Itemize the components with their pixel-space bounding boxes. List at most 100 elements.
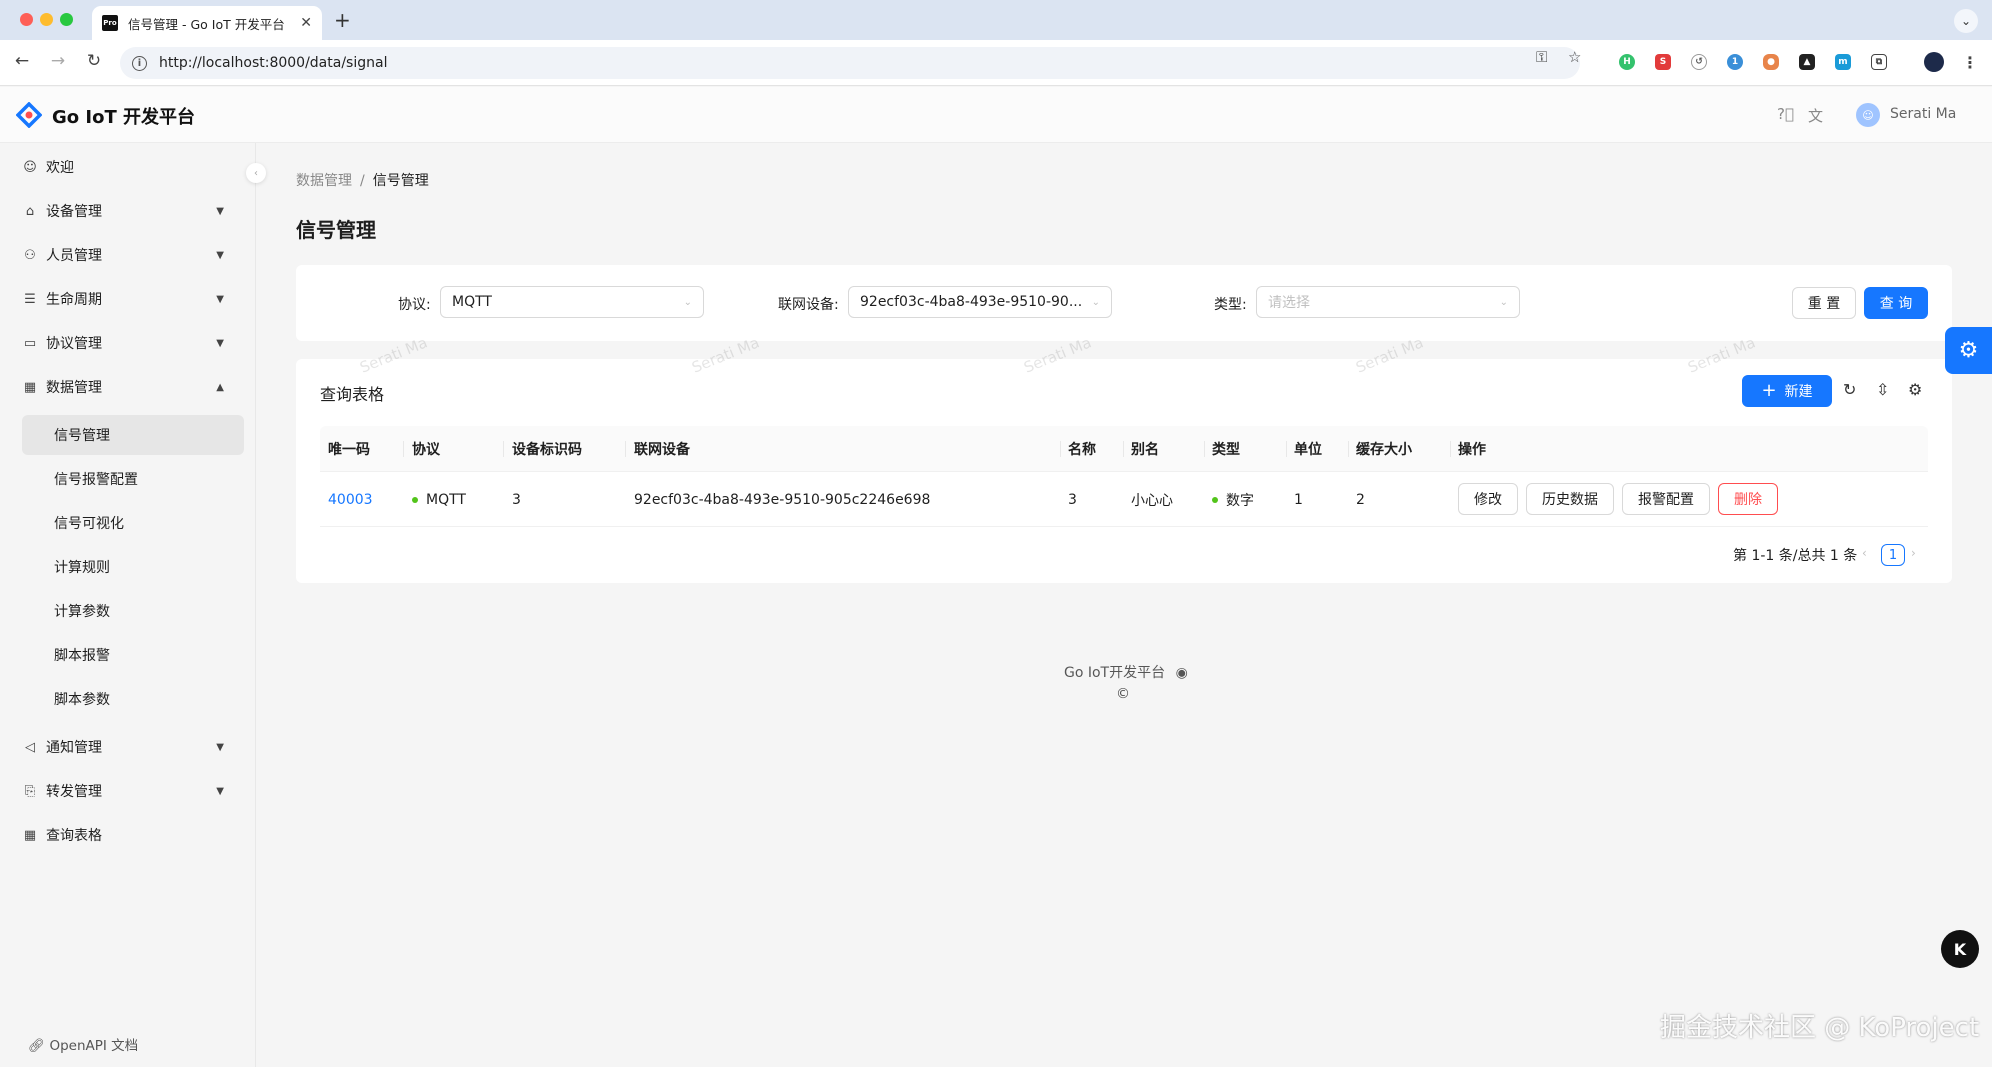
column-header-type[interactable]: 类型 (1212, 426, 1240, 472)
logo-icon[interactable] (16, 102, 42, 128)
maximize-window-button[interactable] (60, 13, 73, 26)
column-header-name[interactable]: 名称 (1068, 426, 1096, 472)
password-key-icon[interactable]: ⚿ (1536, 48, 1547, 66)
sidebar-sub-calc-rule[interactable]: 计算规则 (22, 547, 244, 587)
site-info-icon[interactable]: i (132, 55, 147, 71)
extension-s-icon[interactable]: S (1655, 54, 1671, 70)
github-icon[interactable]: ◉ (1176, 665, 1188, 681)
sidebar-item-notify[interactable]: ◁ 通知管理 ▼ (22, 727, 244, 767)
breadcrumb-parent[interactable]: 数据管理 (296, 173, 352, 189)
extension-orange-icon[interactable]: ● (1763, 54, 1779, 70)
history-data-button[interactable]: 历史数据 (1526, 483, 1614, 515)
sidebar-item-label: 生命周期 (46, 292, 102, 308)
sidebar-item-user[interactable]: ⚇ 人员管理 ▼ (22, 235, 244, 275)
browser-menu-icon[interactable]: ⋮ (1962, 53, 1978, 72)
language-icon[interactable]: 文 (1808, 105, 1823, 126)
column-header-id[interactable]: 唯一码 (328, 426, 370, 472)
sidebar-item-device[interactable]: ⌂ 设备管理 ▼ (22, 191, 244, 231)
sidebar-sub-script-alarm[interactable]: 脚本报警 (22, 635, 244, 675)
tab-search-button[interactable]: ⌄ (1954, 9, 1978, 33)
type-select[interactable]: 请选择 ⌄ (1256, 286, 1520, 318)
column-header-device[interactable]: 联网设备 (634, 426, 690, 472)
edit-button[interactable]: 修改 (1458, 483, 1518, 515)
address-bar[interactable]: i http://localhost:8000/data/signal (120, 47, 1580, 79)
delete-button[interactable]: 删除 (1718, 483, 1778, 515)
sidebar-item-query-table[interactable]: ▦ 查询表格 (22, 815, 244, 855)
column-height-icon[interactable]: ⇳ (1876, 380, 1889, 399)
reload-icon[interactable]: ↻ (1843, 380, 1856, 399)
pagination-page-1[interactable]: 1 (1881, 544, 1905, 566)
column-header-unit[interactable]: 单位 (1294, 426, 1322, 472)
help-icon[interactable]: ?⃝ (1777, 105, 1794, 123)
pagination-total: 第 1-1 条/总共 1 条 (1733, 548, 1858, 564)
row-id-link[interactable]: 40003 (328, 472, 373, 527)
profile-avatar-icon[interactable] (1924, 52, 1944, 72)
alarm-config-button[interactable]: 报警配置 (1622, 483, 1710, 515)
username[interactable]: Serati Ma (1890, 106, 1956, 122)
setting-drawer-button[interactable]: ⚙ (1945, 327, 1992, 374)
extension-green-icon[interactable]: H (1619, 54, 1635, 70)
device-select[interactable]: 92ecf03c-4ba8-493e-9510-90... ⌄ (848, 286, 1112, 318)
table-header: 唯一码 协议 设备标识码 联网设备 名称 别名 类型 单位 缓存大小 操作 (320, 426, 1928, 472)
address-url[interactable]: http://localhost:8000/data/signal (159, 55, 387, 71)
float-k-button[interactable]: K (1941, 930, 1979, 968)
column-header-device-code[interactable]: 设备标识码 (512, 426, 582, 472)
extension-m-icon[interactable]: m (1835, 54, 1851, 70)
row-device: 92ecf03c-4ba8-493e-9510-905c2246e698 (634, 491, 931, 508)
table-card-title: 查询表格 (320, 385, 385, 404)
sidebar-sub-signal-alarm[interactable]: 信号报警配置 (22, 459, 244, 499)
extension-badge-icon[interactable]: 1 (1727, 54, 1743, 70)
sidebar-item-label: 查询表格 (46, 828, 102, 844)
minimize-window-button[interactable] (40, 13, 53, 26)
new-tab-button[interactable]: + (334, 8, 351, 32)
footer: Go IoT开发平台 ◉ (1064, 662, 1188, 682)
sidebar-sub-label: 脚本报警 (54, 648, 110, 664)
page-title: 信号管理 (296, 218, 376, 242)
column-header-alias[interactable]: 别名 (1131, 426, 1159, 472)
sidebar-collapse-button[interactable]: ‹ (246, 163, 266, 183)
sidebar-sub-signal-visual[interactable]: 信号可视化 (22, 503, 244, 543)
back-icon[interactable]: ← (10, 51, 34, 71)
brand-title[interactable]: Go IoT 开发平台 (52, 103, 195, 129)
bookmark-star-icon[interactable]: ☆ (1568, 48, 1581, 66)
user-icon: ⚇ (24, 247, 36, 263)
browser-tab[interactable]: Pro 信号管理 - Go IoT 开发平台 ✕ (92, 6, 322, 40)
avatar[interactable]: ☺ (1856, 103, 1880, 127)
forward-icon[interactable]: → (46, 51, 70, 71)
new-button[interactable]: + 新建 (1742, 375, 1832, 407)
setting-icon[interactable]: ⚙ (1908, 380, 1922, 399)
sidebar-item-label: 转发管理 (46, 784, 102, 800)
float-k-label: K (1953, 939, 1967, 959)
extension-history-icon[interactable]: ↺ (1691, 54, 1707, 70)
column-separator (503, 441, 504, 457)
device-label: 联网设备: (778, 297, 839, 313)
sidebar-sub-script-param[interactable]: 脚本参数 (22, 679, 244, 719)
sidebar-item-forward[interactable]: ⎘ 转发管理 ▼ (22, 771, 244, 811)
sidebar-item-welcome[interactable]: ☺ 欢迎 (22, 147, 244, 187)
sidebar-sub-calc-param[interactable]: 计算参数 (22, 591, 244, 631)
extension-black-icon[interactable]: ▲ (1799, 54, 1815, 70)
row-protocol-value: MQTT (426, 491, 466, 508)
close-window-button[interactable] (20, 13, 33, 26)
sidebar-item-data[interactable]: ▦ 数据管理 ▲ (22, 367, 244, 407)
chevron-down-icon: ⌄ (1091, 296, 1100, 308)
reload-icon[interactable]: ↻ (82, 51, 106, 71)
pagination-prev-icon[interactable]: ‹ (1862, 546, 1867, 560)
protocol-select[interactable]: MQTT ⌄ (440, 286, 704, 318)
column-header-protocol[interactable]: 协议 (412, 426, 440, 472)
column-header-cache-size[interactable]: 缓存大小 (1356, 426, 1412, 472)
query-button[interactable]: 查 询 (1864, 287, 1928, 319)
openapi-link[interactable]: 🔗︎ OpenAPI 文档 (28, 1034, 138, 1054)
chevron-down-icon: ▼ (216, 741, 224, 753)
pagination-next-icon[interactable]: › (1911, 546, 1916, 560)
sidebar-sub-signal[interactable]: 信号管理 (22, 415, 244, 455)
sidebar-item-label: 欢迎 (46, 160, 74, 176)
close-tab-icon[interactable]: ✕ (300, 15, 312, 31)
sidebar-item-lifecycle[interactable]: ☰ 生命周期 ▼ (22, 279, 244, 319)
sidebar-item-protocol[interactable]: ▭ 协议管理 ▼ (22, 323, 244, 363)
reset-button[interactable]: 重 置 (1792, 287, 1856, 319)
protocol-label: 协议: (398, 297, 431, 313)
type-placeholder: 请选择 (1268, 295, 1310, 311)
extensions-puzzle-icon[interactable]: ⧉ (1871, 54, 1887, 70)
smile-icon: ☺ (23, 159, 37, 175)
